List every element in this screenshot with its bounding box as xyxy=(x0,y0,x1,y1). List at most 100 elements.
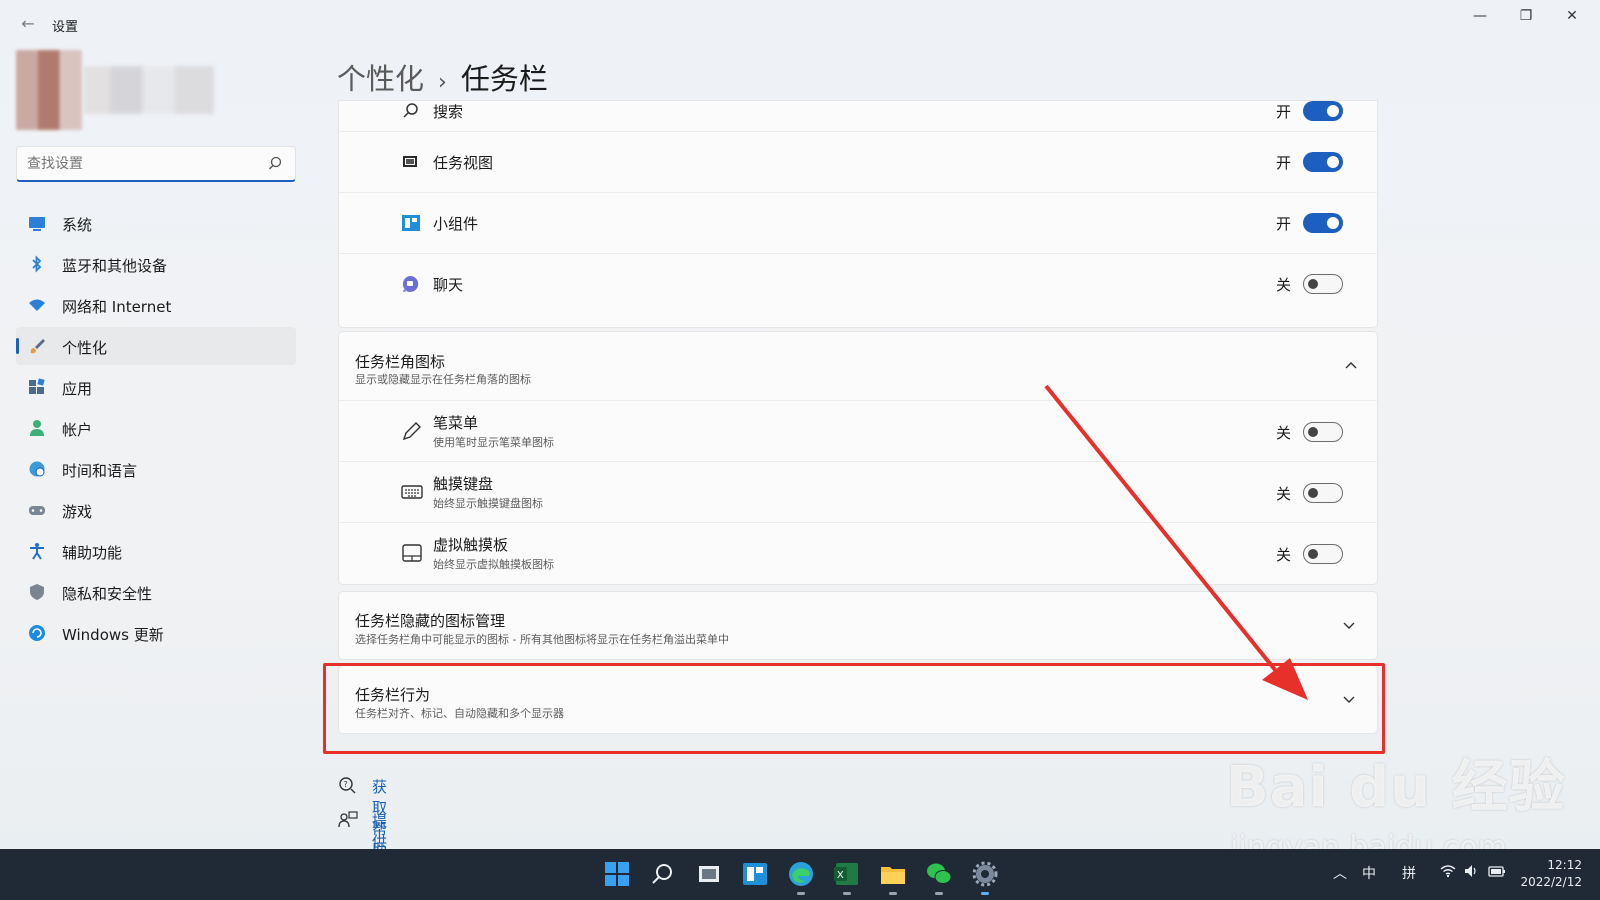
sidebar-item-accessibility[interactable]: 辅助功能 xyxy=(16,532,296,570)
corner-icons-card: 任务栏角图标 显示或隐藏显示在任务栏角落的图标 笔菜单 使用笔时显示笔菜单图标 … xyxy=(338,331,1379,585)
setting-row-task-view[interactable]: 任务视图 开 xyxy=(339,131,1379,192)
sidebar-item-label: Windows 更新 xyxy=(62,626,164,644)
widgets-icon xyxy=(401,213,423,235)
taskbar-behaviors-card[interactable]: 任务栏行为 任务栏对齐、标记、自动隐藏和多个显示器 xyxy=(338,665,1378,734)
globe-clock-icon xyxy=(28,460,46,478)
gamepad-icon xyxy=(28,501,46,519)
toggle-state-label: 关 xyxy=(1275,546,1291,564)
widgets-toggle[interactable] xyxy=(1303,213,1343,233)
running-indicator xyxy=(889,892,897,895)
setting-row-pen-menu[interactable]: 笔菜单 使用笔时显示笔菜单图标 关 xyxy=(339,400,1379,461)
shield-icon xyxy=(28,583,46,601)
toggle-state-label: 开 xyxy=(1275,215,1291,233)
sidebar-item-time-language[interactable]: 时间和语言 xyxy=(16,450,296,488)
svg-text:?: ? xyxy=(344,780,348,789)
setting-label: 小组件 xyxy=(433,215,479,233)
sidebar-item-label: 辅助功能 xyxy=(62,544,123,562)
sidebar-item-apps[interactable]: 应用 xyxy=(16,368,296,406)
sidebar-item-label: 帐户 xyxy=(62,421,93,439)
search-toggle[interactable] xyxy=(1303,101,1343,121)
clock-time: 12:12 xyxy=(1547,858,1582,872)
touch-keyboard-toggle[interactable] xyxy=(1303,483,1343,503)
sidebar-nav: 系统 蓝牙和其他设备 网络和 Internet 个性化 应用 帐户 时间和语言 … xyxy=(16,204,296,655)
keyboard-icon xyxy=(401,481,423,503)
accessibility-icon xyxy=(28,542,46,560)
section-subtitle: 任务栏对齐、标记、自动隐藏和多个显示器 xyxy=(355,707,564,720)
search-icon xyxy=(401,101,423,123)
setting-label: 触摸键盘 xyxy=(433,475,494,493)
sidebar-item-privacy[interactable]: 隐私和安全性 xyxy=(16,573,296,611)
wechat-icon[interactable] xyxy=(924,859,954,895)
task-view-toggle[interactable] xyxy=(1303,152,1343,172)
setting-description: 始终显示虚拟触摸板图标 xyxy=(433,558,554,571)
close-button[interactable]: ✕ xyxy=(1549,0,1595,32)
system-icon xyxy=(28,214,46,232)
setting-label: 搜索 xyxy=(433,103,464,121)
setting-row-touch-keyboard[interactable]: 触摸键盘 始终显示触摸键盘图标 关 xyxy=(339,461,1379,522)
chat-toggle[interactable] xyxy=(1303,274,1343,294)
task-view-icon[interactable] xyxy=(694,859,724,889)
search-box[interactable] xyxy=(16,146,296,182)
avatar[interactable] xyxy=(16,50,82,130)
setting-label: 聊天 xyxy=(433,276,464,294)
task-view-icon xyxy=(401,152,423,174)
start-icon[interactable] xyxy=(602,859,632,889)
taskbar-overflow-card[interactable]: 任务栏隐藏的图标管理 选择任务栏角中可能显示的图标 - 所有其他图标将显示在任务… xyxy=(338,591,1378,660)
toggle-state-label: 关 xyxy=(1275,485,1291,503)
ime-pinyin-indicator[interactable]: 拼 xyxy=(1402,863,1416,883)
virtual-touchpad-toggle[interactable] xyxy=(1303,544,1343,564)
system-clock[interactable]: 12:12 2022/2/12 xyxy=(1520,857,1582,891)
sidebar-item-gaming[interactable]: 游戏 xyxy=(16,491,296,529)
wifi-icon xyxy=(28,296,46,314)
corner-icons-header[interactable]: 任务栏角图标 显示或隐藏显示在任务栏角落的图标 xyxy=(339,332,1379,400)
sidebar-item-label: 应用 xyxy=(62,380,93,398)
chevron-down-icon[interactable] xyxy=(1341,692,1357,708)
file-explorer-icon[interactable] xyxy=(878,859,908,895)
sidebar-item-personalization[interactable]: 个性化 xyxy=(16,327,296,365)
search-icon[interactable] xyxy=(267,155,285,173)
baidu-watermark: Bai du 经验 xyxy=(1226,755,1566,820)
sidebar-item-label: 系统 xyxy=(62,216,93,234)
chevron-down-icon[interactable] xyxy=(1341,618,1357,634)
setting-description: 使用笔时显示笔菜单图标 xyxy=(433,436,554,449)
sidebar-item-windows-update[interactable]: Windows 更新 xyxy=(16,614,296,652)
maximize-button[interactable]: ❐ xyxy=(1503,0,1549,32)
running-indicator xyxy=(935,892,943,895)
toggle-state-label: 关 xyxy=(1275,424,1291,442)
back-arrow-icon[interactable]: ← xyxy=(16,12,40,36)
settings-gear-icon[interactable] xyxy=(970,859,1000,895)
search-input[interactable] xyxy=(27,153,257,175)
excel-icon[interactable]: X xyxy=(832,859,862,895)
toggle-state-label: 开 xyxy=(1275,154,1291,172)
chevron-up-icon[interactable] xyxy=(1343,358,1359,374)
sidebar-item-label: 游戏 xyxy=(62,503,93,521)
section-title: 任务栏行为 xyxy=(355,686,431,704)
taskbar-search-icon[interactable] xyxy=(648,859,678,889)
setting-row-chat[interactable]: 聊天 关 xyxy=(339,253,1379,314)
sidebar-item-label: 时间和语言 xyxy=(62,462,138,480)
edge-icon[interactable] xyxy=(786,859,816,895)
sidebar-item-bluetooth[interactable]: 蓝牙和其他设备 xyxy=(16,245,296,283)
setting-description: 始终显示触摸键盘图标 xyxy=(433,497,543,510)
chevron-up-icon[interactable]: ︿ xyxy=(1333,863,1347,883)
bluetooth-icon xyxy=(28,255,46,273)
ime-mode-indicator[interactable]: 中 xyxy=(1362,863,1376,883)
minimize-button[interactable]: — xyxy=(1457,0,1503,32)
section-subtitle: 显示或隐藏显示在任务栏角落的图标 xyxy=(355,373,531,386)
update-icon xyxy=(28,624,46,642)
battery-icon[interactable] xyxy=(1488,864,1506,882)
setting-row-virtual-touchpad[interactable]: 虚拟触摸板 始终显示虚拟触摸板图标 关 xyxy=(339,522,1379,583)
clock-date: 2022/2/12 xyxy=(1520,875,1582,889)
account-icon xyxy=(28,419,46,437)
sidebar-item-network[interactable]: 网络和 Internet xyxy=(16,286,296,324)
setting-row-widgets[interactable]: 小组件 开 xyxy=(339,192,1379,253)
windows-taskbar: X ︿ 中 拼 12:12 2022/2/12 xyxy=(0,849,1600,900)
widgets-icon[interactable] xyxy=(740,859,770,889)
toggle-state-label: 开 xyxy=(1275,103,1291,121)
pen-menu-toggle[interactable] xyxy=(1303,422,1343,442)
wifi-icon[interactable] xyxy=(1440,864,1456,882)
sidebar-item-accounts[interactable]: 帐户 xyxy=(16,409,296,447)
volume-icon[interactable] xyxy=(1464,864,1480,882)
sidebar-item-system[interactable]: 系统 xyxy=(16,204,296,242)
feedback-icon xyxy=(338,810,358,830)
